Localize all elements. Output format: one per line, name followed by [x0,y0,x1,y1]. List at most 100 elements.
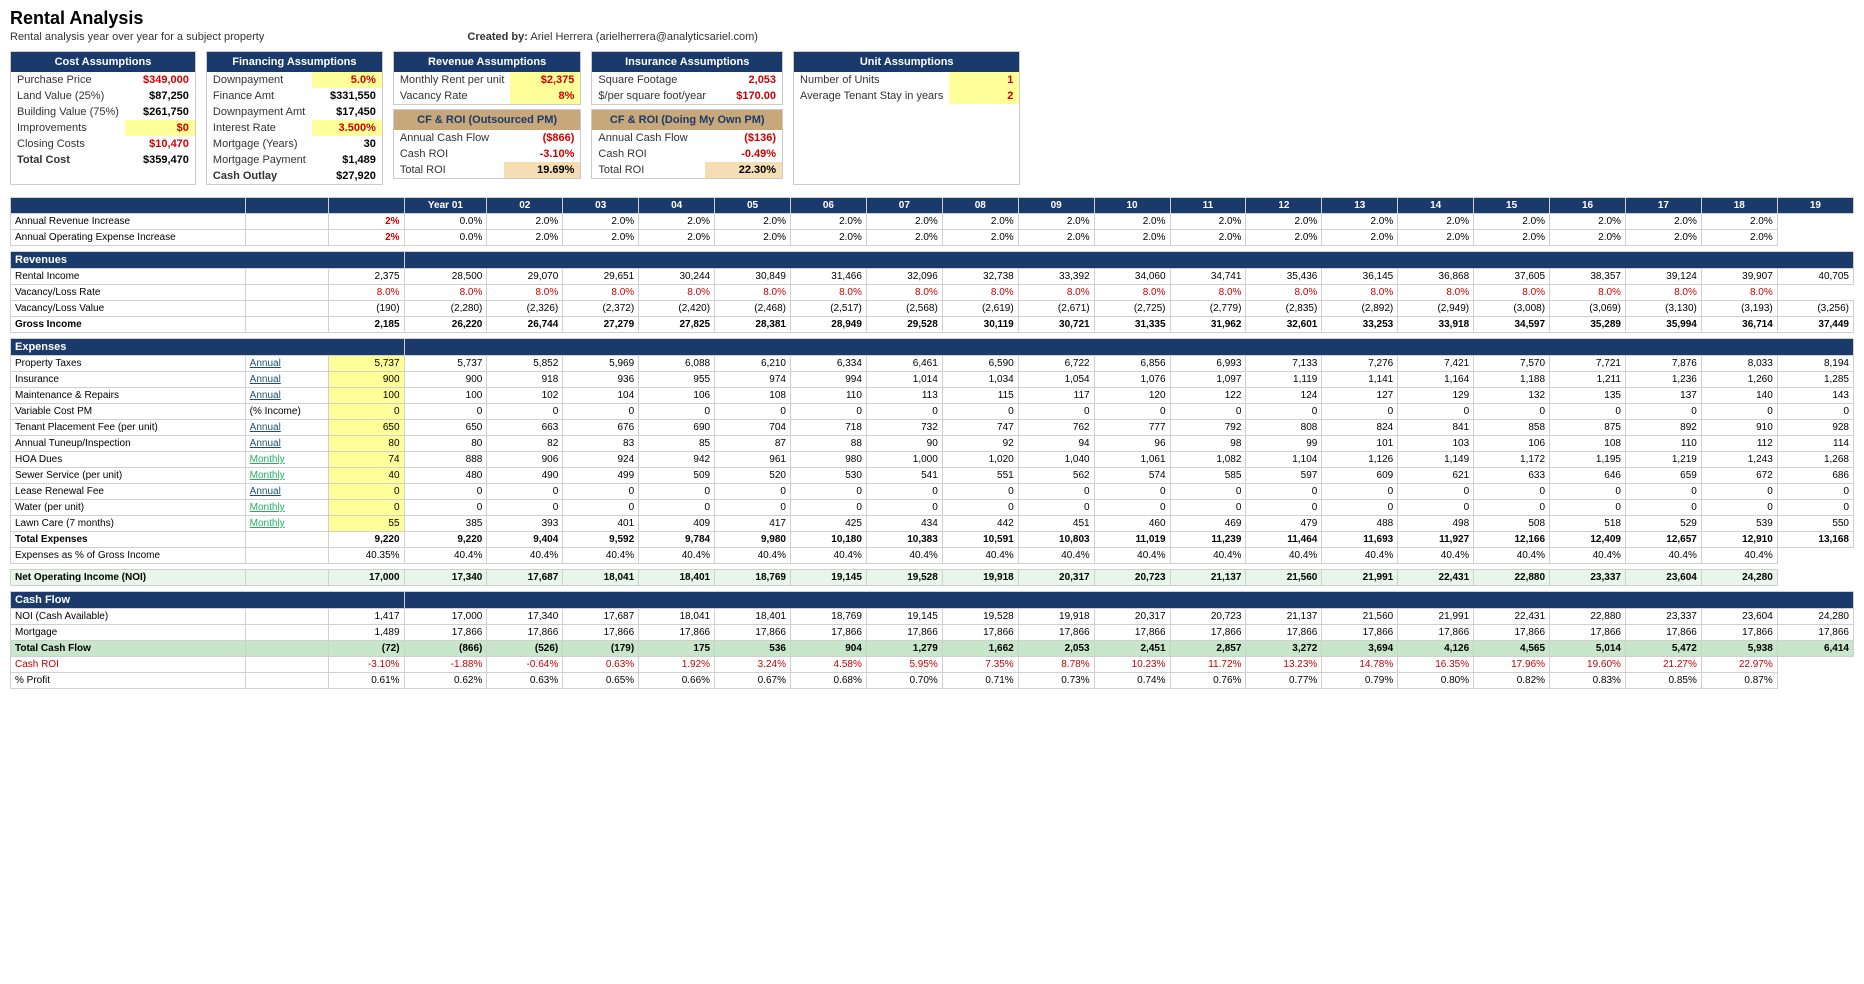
pp-label: % Profit [11,673,246,689]
noi-label: Net Operating Income (NOI) [11,570,246,586]
unit-assumptions-box: Unit Assumptions Number of Units1 Averag… [793,51,1020,185]
ari-label: Annual Revenue Increase [11,214,246,230]
ca-val-3[interactable]: $0 [125,120,195,136]
mnt-freq[interactable]: Annual [245,388,328,404]
hoa-freq[interactable]: Monthly [245,452,328,468]
mnt-base[interactable]: 100 [328,388,404,404]
ep-label: Expenses as % of Gross Income [11,548,246,564]
ss-freq[interactable]: Monthly [245,468,328,484]
ua-val-0[interactable]: 1 [949,72,1019,88]
tcf-base: (72) [328,641,404,657]
mtg-base: 1,489 [328,625,404,641]
lc-base[interactable]: 55 [328,516,404,532]
noi-row: Net Operating Income (NOI) 17,000 17,340… [11,570,1854,586]
ari-freq [245,214,328,230]
lr-freq[interactable]: Annual [245,484,328,500]
vv-base: (190) [328,301,404,317]
water-base[interactable]: 0 [328,500,404,516]
nca-label: NOI (Cash Available) [11,609,246,625]
col-year-12: 12 [1246,198,1322,214]
expenses-section-header: Expenses [11,339,1854,356]
ra-label-1: Vacancy Rate [394,88,511,104]
col-year-07: 07 [866,198,942,214]
fa-label-3: Interest Rate [207,120,312,136]
page-title: Rental Analysis [10,8,1854,29]
lr-base[interactable]: 0 [328,484,404,500]
tp-base[interactable]: 650 [328,420,404,436]
cfo-label-2: Total ROI [394,162,504,178]
cfown-label-0: Annual Cash Flow [592,130,704,146]
cfown-val-1: -0.49% [705,146,783,162]
ia-label-0: Square Footage [592,72,712,88]
fa-label-5: Mortgage Payment [207,152,312,168]
gi-base: 2,185 [328,317,404,333]
cfo-label-1: Cash ROI [394,146,504,162]
pt-base[interactable]: 5,737 [328,356,404,372]
ca-val-1: $87,250 [125,88,195,104]
col-year-08: 08 [942,198,1018,214]
ua-val-1[interactable]: 2 [949,88,1019,104]
ss-base[interactable]: 40 [328,468,404,484]
revenues-section-header: Revenues [11,252,1854,269]
ari-base: 2% [328,214,404,230]
lc-freq[interactable]: Monthly [245,516,328,532]
sewer-service-row: Sewer Service (per unit) Monthly 40 4804… [11,468,1854,484]
fa-label-4: Mortgage (Years) [207,136,312,152]
col-year-18: 18 [1701,198,1777,214]
cashflow-section-header: Cash Flow [11,592,1854,609]
main-table: Year 01 02 03 04 05 06 07 08 09 10 11 12… [10,197,1854,689]
vr-base: 8.0% [328,285,404,301]
ss-label: Sewer Service (per unit) [11,468,246,484]
col-year-15: 15 [1474,198,1550,214]
vacancy-rate-row: Vacancy/Loss Rate 8.0% 8.0%8.0%8.0%8.0%8… [11,285,1854,301]
lc-label: Lawn Care (7 months) [11,516,246,532]
pt-freq[interactable]: Annual [245,356,328,372]
nca-base: 1,417 [328,609,404,625]
tenant-placement-row: Tenant Placement Fee (per unit) Annual 6… [11,420,1854,436]
fa-val-5: $1,489 [312,152,382,168]
fa-val-3[interactable]: 3.500% [312,120,382,136]
tp-label: Tenant Placement Fee (per unit) [11,420,246,436]
water-freq[interactable]: Monthly [245,500,328,516]
fa-label-6: Cash Outlay [207,168,312,184]
property-taxes-row: Property Taxes Annual 5,737 5,7375,8525,… [11,356,1854,372]
mtg-label: Mortgage [11,625,246,641]
cost-assumptions-header: Cost Assumptions [11,52,195,72]
vc-base[interactable]: 0 [328,404,404,420]
variable-cost-row: Variable Cost PM (% Income) 0 0000000000… [11,404,1854,420]
ia-label-1: $/per square foot/year [592,88,712,104]
ca-label-4: Closing Costs [11,136,125,152]
hoa-label: HOA Dues [11,452,246,468]
fa-val-1: $331,550 [312,88,382,104]
expenses-pct-row: Expenses as % of Gross Income 40.35% 40.… [11,548,1854,564]
ca-val-2: $261,750 [125,104,195,120]
col-year-03: 03 [563,198,639,214]
column-header-row: Year 01 02 03 04 05 06 07 08 09 10 11 12… [11,198,1854,214]
gross-income-row: Gross Income 2,185 26,22026,74427,27927,… [11,317,1854,333]
tcf-label: Total Cash Flow [11,641,246,657]
annual-opex-increase-row: Annual Operating Expense Increase 2% 0.0… [11,230,1854,246]
ra-val-0[interactable]: $2,375 [510,72,580,88]
col-freq-header [245,198,328,214]
col-year-10: 10 [1094,198,1170,214]
ins-freq[interactable]: Annual [245,372,328,388]
col-year-13: 13 [1322,198,1398,214]
col-year-05: 05 [715,198,791,214]
tp-freq[interactable]: Annual [245,420,328,436]
water-row: Water (per unit) Monthly 0 0000000000000… [11,500,1854,516]
fa-val-0[interactable]: 5.0% [312,72,382,88]
cfo-val-0: ($866) [504,130,580,146]
mnt-label: Maintenance & Repairs [11,388,246,404]
col-year-01: Year 01 [404,198,487,214]
aoei-label: Annual Operating Expense Increase [11,230,246,246]
aoei-freq [245,230,328,246]
ins-base[interactable]: 900 [328,372,404,388]
fa-val-2: $17,450 [312,104,382,120]
tu-freq[interactable]: Annual [245,436,328,452]
ri-label: Rental Income [11,269,246,285]
tu-base[interactable]: 80 [328,436,404,452]
vv-label: Vacancy/Loss Value [11,301,246,317]
hoa-base[interactable]: 74 [328,452,404,468]
ra-val-1[interactable]: 8% [510,88,580,104]
insurance-assumptions-header: Insurance Assumptions [592,52,782,72]
